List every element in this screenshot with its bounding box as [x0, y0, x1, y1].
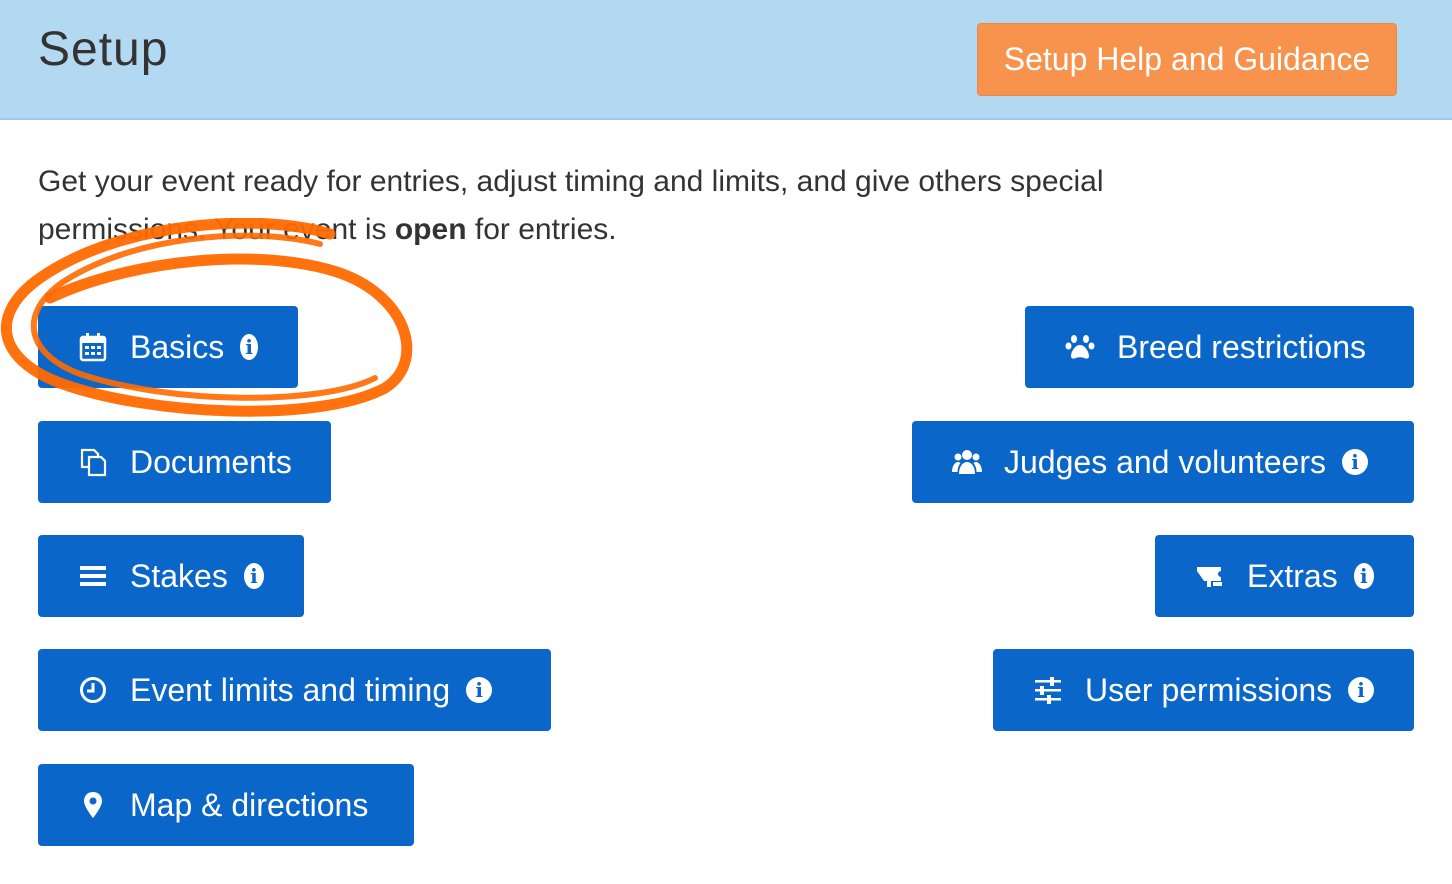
page-header: Setup Setup Help and Guidance [0, 0, 1452, 120]
documents-label: Documents [130, 443, 292, 480]
stakes-button[interactable]: Stakes i [38, 535, 304, 617]
info-icon[interactable]: i [1353, 563, 1374, 589]
breed-restrictions-button[interactable]: Breed restrictions [1025, 306, 1414, 388]
basics-label: Basics [130, 328, 225, 365]
clock-icon [78, 675, 108, 705]
event-limits-label: Event limits and timing [130, 671, 451, 708]
info-icon[interactable]: i [466, 677, 493, 703]
extras-label: Extras [1247, 557, 1338, 594]
event-limits-button[interactable]: Event limits and timing i [38, 649, 551, 731]
info-icon[interactable]: i [1348, 677, 1374, 703]
extras-button[interactable]: Extras i [1155, 535, 1414, 617]
calendar-icon [78, 332, 108, 362]
map-directions-button[interactable]: Map & directions [38, 764, 414, 846]
info-icon[interactable]: i [240, 334, 258, 360]
users-icon [952, 447, 982, 477]
setup-help-button[interactable]: Setup Help and Guidance [977, 23, 1397, 96]
info-icon[interactable]: i [1342, 449, 1368, 475]
event-status: open [394, 213, 467, 246]
intro-suffix: for entries. [466, 213, 617, 246]
documents-button[interactable]: Documents [38, 421, 331, 503]
judges-volunteers-button[interactable]: Judges and volunteers i [912, 421, 1414, 503]
sliders-icon [1033, 675, 1063, 705]
user-permissions-button[interactable]: User permissions i [993, 649, 1414, 731]
breed-label: Breed restrictions [1117, 328, 1366, 365]
intro-line-1: Get your event ready for entries, adjust… [38, 165, 1104, 198]
documents-icon [78, 447, 108, 477]
judges-label: Judges and volunteers [1004, 443, 1326, 480]
info-icon[interactable]: i [243, 563, 264, 589]
map-label: Map & directions [130, 786, 369, 823]
basics-button[interactable]: Basics i [38, 306, 298, 388]
intro-text: Get your event ready for entries, adjust… [38, 158, 1298, 254]
list-icon [78, 561, 108, 591]
intro-prefix: permissions. Your event is [38, 213, 395, 246]
map-marker-icon [78, 790, 108, 820]
ticket-icon [1195, 561, 1225, 591]
user-permissions-label: User permissions [1085, 671, 1333, 708]
stakes-label: Stakes [130, 557, 228, 594]
paw-icon [1065, 332, 1095, 362]
page-title: Setup [38, 23, 169, 76]
